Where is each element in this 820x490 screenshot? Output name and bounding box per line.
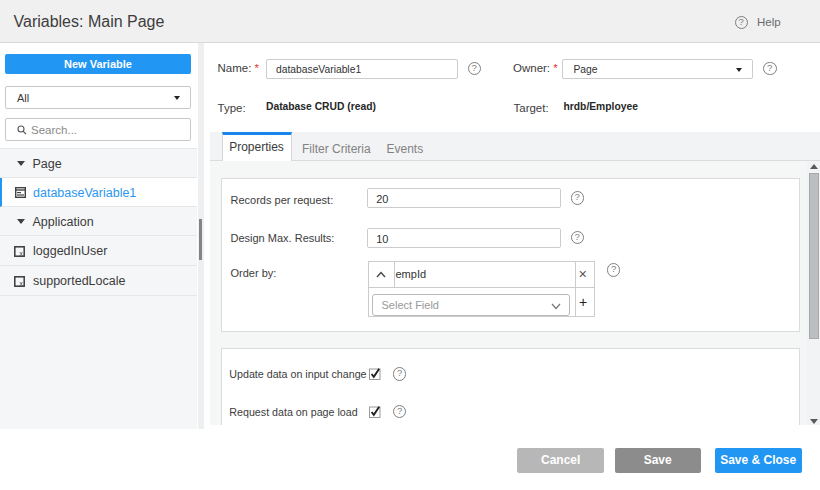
svg-text:x: x bbox=[19, 249, 23, 256]
